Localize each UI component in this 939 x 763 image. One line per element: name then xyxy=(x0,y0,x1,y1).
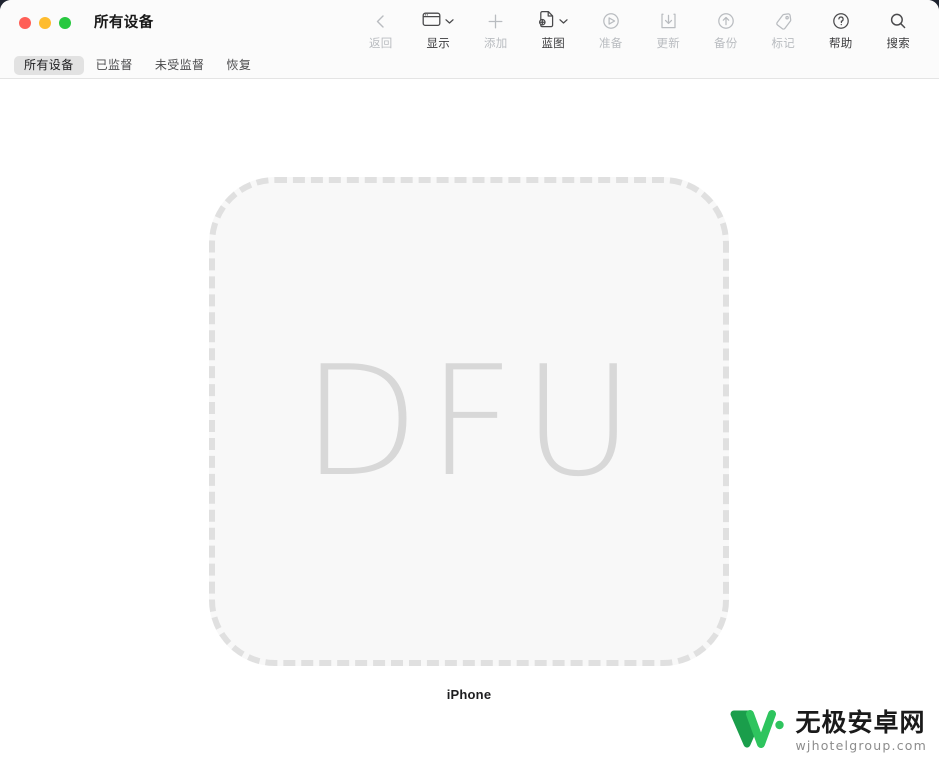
toolbar-items: 返回 显示 添加 蓝图 准备 更新 备份 标记 帮助 搜索 xyxy=(352,6,939,52)
toolbar-label-tag: 标记 xyxy=(771,38,796,50)
toolbar-button-update[interactable]: 更新 xyxy=(640,6,698,51)
toolbar-label-update: 更新 xyxy=(656,38,681,50)
watermark-title: 无极安卓网 xyxy=(795,708,926,737)
chevron-down-icon[interactable] xyxy=(559,12,568,30)
device-tile-iphone[interactable]: DFU iPhone xyxy=(209,177,729,702)
watermark-logo-icon xyxy=(730,708,786,755)
page-title: 所有设备 xyxy=(94,15,154,31)
toolbar-label-prepare: 准备 xyxy=(598,38,623,50)
toolbar-button-search[interactable]: 搜索 xyxy=(870,6,928,51)
toolbar-button-prepare[interactable]: 准备 xyxy=(582,6,640,51)
toolbar-label-add: 添加 xyxy=(483,38,508,50)
toolbar-label-backup: 备份 xyxy=(713,38,738,50)
toolbar: 所有设备 返回 显示 添加 蓝图 准备 更新 备份 标记 帮助 搜索 xyxy=(0,0,939,52)
close-window-button[interactable] xyxy=(19,17,31,29)
toolbar-button-backup[interactable]: 备份 xyxy=(697,6,755,51)
app-window: 所有设备 返回 显示 添加 蓝图 准备 更新 备份 标记 帮助 搜索 所有设备 … xyxy=(0,0,939,763)
filter-tab-bar: 所有设备 已监督 未受监督 恢复 xyxy=(0,52,939,79)
play-circle-icon xyxy=(602,10,620,32)
toolbar-label-blueprint: 蓝图 xyxy=(541,38,566,50)
tab-all-devices[interactable]: 所有设备 xyxy=(14,55,84,75)
tab-supervised[interactable]: 已监督 xyxy=(86,56,143,75)
window-controls xyxy=(0,6,71,40)
minimize-window-button[interactable] xyxy=(39,17,51,29)
tab-recovery[interactable]: 恢复 xyxy=(216,56,261,75)
maximize-window-button[interactable] xyxy=(59,17,71,29)
toolbar-label-search: 搜索 xyxy=(886,38,911,50)
toolbar-button-blueprint[interactable]: 蓝图 xyxy=(525,6,583,51)
toolbar-button-display[interactable]: 显示 xyxy=(410,6,468,51)
watermark-subtitle: wjhotelgroup.com xyxy=(795,737,927,753)
blueprint-document-icon xyxy=(538,10,555,33)
toolbar-label-back: 返回 xyxy=(368,38,393,50)
tag-icon xyxy=(774,10,793,32)
device-name-label: iPhone xyxy=(446,687,492,702)
window-icon xyxy=(422,11,441,32)
chevron-down-icon[interactable] xyxy=(445,12,454,30)
dfu-state-text: DFU xyxy=(302,332,642,510)
toolbar-label-help: 帮助 xyxy=(828,38,853,50)
search-icon xyxy=(889,10,907,32)
toolbar-button-add[interactable]: 添加 xyxy=(467,6,525,51)
toolbar-button-tag[interactable]: 标记 xyxy=(755,6,813,51)
plus-icon xyxy=(487,10,504,32)
device-grid: DFU iPhone 无极安卓网 wjhotelgroup.com xyxy=(0,79,939,763)
dfu-placeholder-box[interactable]: DFU xyxy=(209,177,729,666)
watermark: 无极安卓网 wjhotelgroup.com xyxy=(730,708,927,755)
tab-unsupervised[interactable]: 未受监督 xyxy=(145,56,215,75)
chevron-left-icon xyxy=(374,10,387,32)
toolbar-button-help[interactable]: 帮助 xyxy=(812,6,870,51)
toolbar-label-display: 显示 xyxy=(426,38,451,50)
download-box-icon xyxy=(660,10,677,32)
arrow-up-circle-icon xyxy=(717,10,735,32)
toolbar-button-back[interactable]: 返回 xyxy=(352,6,410,51)
question-circle-icon xyxy=(832,10,850,32)
